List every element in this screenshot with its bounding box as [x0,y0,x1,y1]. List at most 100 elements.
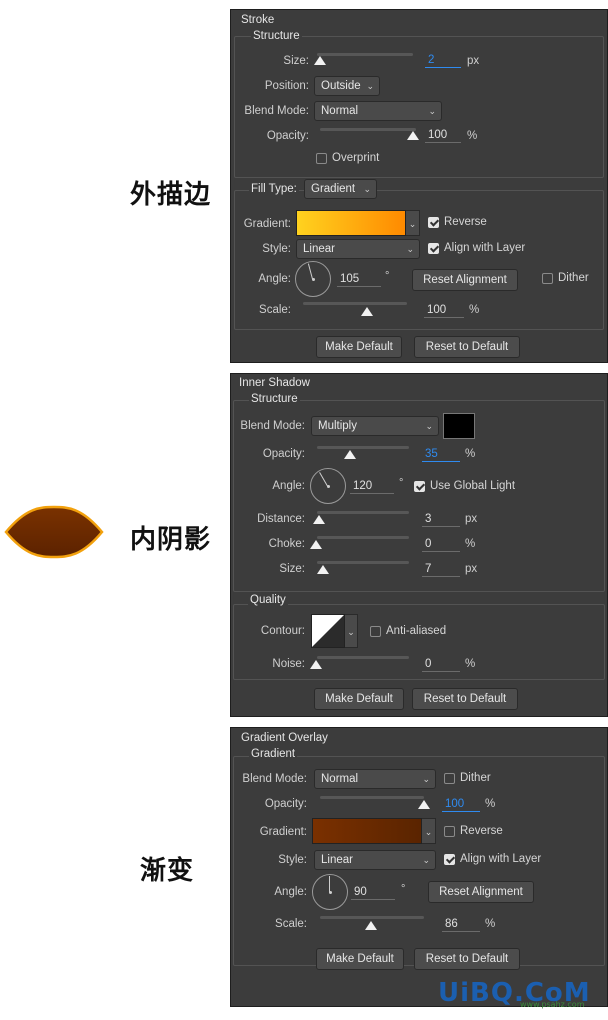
opacity-slider[interactable] [320,128,416,131]
group-title: Quality [248,594,288,606]
contour-preview[interactable] [311,614,345,648]
reset-alignment-button[interactable]: Reset Alignment [428,881,534,903]
label-gradient-cn: 渐变 [140,856,195,886]
distance-input[interactable]: 3 [422,512,460,527]
opacity-slider-thumb[interactable] [407,131,419,140]
chevron-down-icon[interactable]: ⌄ [406,210,420,236]
opacity-input[interactable]: 100 [442,797,480,812]
opacity-label: Opacity: [264,798,307,810]
opacity-slider-thumb[interactable] [344,450,356,459]
size-input[interactable]: 2 [425,53,461,68]
opacity-label: Opacity: [262,448,305,460]
size-slider-thumb[interactable] [317,565,329,574]
reset-to-default-button[interactable]: Reset to Default [412,688,518,710]
gradient-label: Gradient: [243,218,291,230]
group-title: Structure [251,30,302,42]
blend-label: Blend Mode: [242,773,307,785]
style-label: Style: [278,854,307,866]
overprint-checkbox[interactable] [316,153,327,164]
scale-slider[interactable] [320,916,424,919]
size-slider-thumb[interactable] [314,56,326,65]
panel-title: Inner Shadow [239,377,310,389]
size-slider[interactable] [317,561,409,564]
blend-dropdown[interactable]: Normal ⌄ [314,101,442,121]
fill-type-dropdown[interactable]: Gradient ⌄ [304,179,377,199]
choke-input[interactable]: 0 [422,537,460,552]
opacity-unit: % [467,130,478,142]
angle-input[interactable]: 105 [337,272,381,287]
scale-slider-thumb[interactable] [365,921,377,930]
opacity-slider[interactable] [320,796,424,799]
dither-label: Dither [460,772,491,784]
distance-slider[interactable] [317,511,409,514]
make-default-button[interactable]: Make Default [316,336,402,358]
reverse-checkbox[interactable] [428,217,439,228]
align-label: Align with Layer [444,242,526,254]
scale-slider-thumb[interactable] [361,307,373,316]
shadow-color-swatch[interactable] [443,413,475,439]
anti-aliased-checkbox[interactable] [370,626,381,637]
stroke-panel: Stroke Structure Size: 2 px Position: Ou… [230,9,608,363]
opacity-input[interactable]: 100 [425,128,461,143]
reverse-checkbox[interactable] [444,826,455,837]
dither-label: Dither [558,272,589,284]
angle-dial[interactable] [312,874,348,910]
blend-dropdown[interactable]: Normal ⌄ [314,769,436,789]
gradient-overlay-panel: Gradient Overlay Gradient Blend Mode: No… [230,727,608,1007]
angle-label: Angle: [274,886,307,898]
angle-dial[interactable] [310,468,346,504]
angle-input[interactable]: 120 [350,479,394,494]
noise-slider[interactable] [317,656,409,659]
scale-input[interactable]: 86 [442,917,480,932]
fill-type-value: Gradient [311,183,356,195]
chevron-down-icon[interactable]: ⌄ [422,818,436,844]
align-label: Align with Layer [460,853,542,865]
chevron-down-icon: ⌄ [428,106,436,116]
group-title: Structure [249,393,300,405]
opacity-slider-thumb[interactable] [418,800,430,809]
blend-value: Normal [321,105,359,117]
noise-input[interactable]: 0 [422,657,460,672]
angle-dial[interactable] [295,261,331,297]
size-label: Size: [279,563,305,575]
opacity-input[interactable]: 35 [422,447,460,462]
chevron-down-icon[interactable]: ⌄ [345,614,358,648]
group-title: Gradient [249,748,298,760]
blend-dropdown[interactable]: Multiply ⌄ [311,416,439,436]
angle-input[interactable]: 90 [351,885,395,900]
scale-slider[interactable] [303,302,407,305]
gradient-swatch[interactable] [296,210,406,236]
watermark-url: www.psahz.com [520,1000,585,1009]
make-default-button[interactable]: Make Default [316,948,404,970]
reset-to-default-button[interactable]: Reset to Default [414,948,520,970]
gradient-swatch[interactable] [312,818,422,844]
style-dropdown[interactable]: Linear ⌄ [314,850,436,870]
scale-unit: % [485,918,496,930]
dither-checkbox[interactable] [542,273,553,284]
reset-to-default-button[interactable]: Reset to Default [414,336,520,358]
inner-shadow-panel: Inner Shadow Structure Blend Mode: Multi… [230,373,608,717]
dither-checkbox[interactable] [444,773,455,784]
blend-value: Multiply [318,420,357,432]
position-label: Position: [264,80,309,92]
reset-alignment-button[interactable]: Reset Alignment [412,269,518,291]
distance-slider-thumb[interactable] [313,515,325,524]
choke-slider-thumb[interactable] [310,540,322,549]
make-default-button[interactable]: Make Default [314,688,404,710]
noise-slider-thumb[interactable] [310,660,322,669]
scale-label: Scale: [275,918,307,930]
align-checkbox[interactable] [444,854,455,865]
distance-label: Distance: [257,513,305,525]
scale-input[interactable]: 100 [424,303,464,318]
align-checkbox[interactable] [428,243,439,254]
choke-slider[interactable] [317,536,409,539]
chevron-down-icon: ⌄ [425,421,433,431]
angle-label: Angle: [258,273,291,285]
global-light-checkbox[interactable] [414,481,425,492]
opacity-slider[interactable] [317,446,409,449]
position-dropdown[interactable]: Outside ⌄ [314,76,380,96]
size-slider[interactable] [317,53,413,56]
panel-title: Gradient Overlay [241,732,328,744]
style-dropdown[interactable]: Linear ⌄ [296,239,420,259]
size-input[interactable]: 7 [422,562,460,577]
